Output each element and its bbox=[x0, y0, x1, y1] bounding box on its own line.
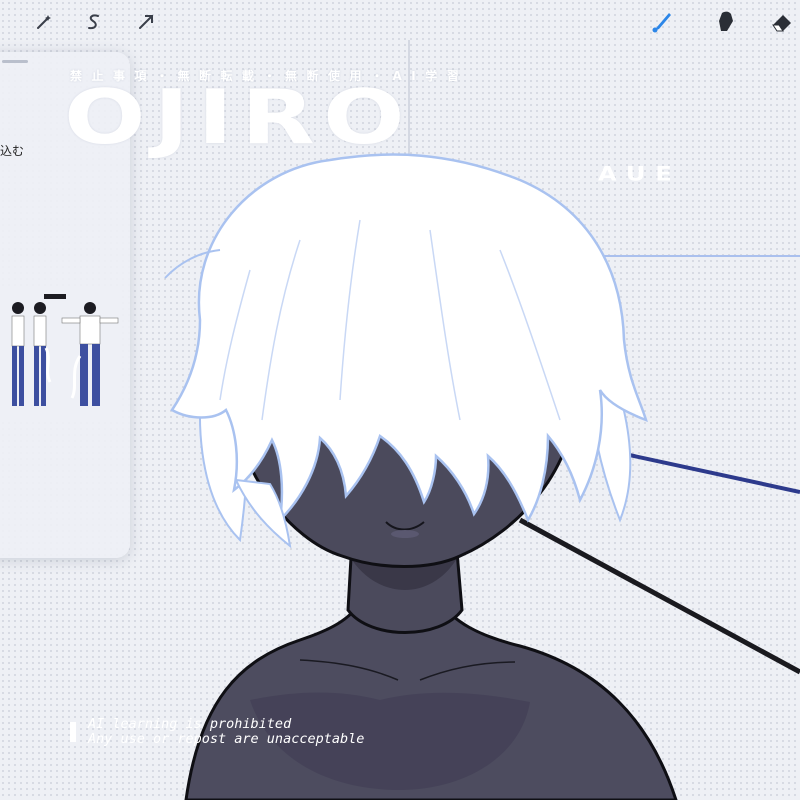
reference-image bbox=[0, 290, 120, 418]
drawing-canvas[interactable]: 込む 禁止事項・無断転載・無断使用・AI学習 OJIRO AUE AI lear… bbox=[0, 0, 800, 800]
hair-main bbox=[170, 153, 648, 524]
lower-lip-shade bbox=[391, 530, 419, 538]
top-toolbar bbox=[0, 0, 800, 46]
panel-drag-handle[interactable] bbox=[2, 60, 28, 63]
artwork-title: OJIRO bbox=[64, 73, 413, 162]
artwork-subtitle: AUE bbox=[598, 163, 682, 186]
eraser-icon[interactable] bbox=[766, 6, 798, 38]
ai-warning-line: AI learning is prohibited bbox=[88, 716, 292, 732]
magic-wand-icon[interactable] bbox=[28, 6, 60, 38]
repost-warning-line: Any use or repost are unacceptable bbox=[88, 731, 365, 747]
panel-import-label: 込む bbox=[0, 144, 25, 158]
warning-accent-bar bbox=[70, 722, 76, 742]
transform-arrow-icon[interactable] bbox=[130, 6, 162, 38]
selection-s-icon[interactable] bbox=[78, 6, 110, 38]
perspective-line-black bbox=[518, 517, 800, 675]
smudge-icon[interactable] bbox=[710, 6, 742, 38]
brush-icon[interactable] bbox=[646, 6, 678, 38]
